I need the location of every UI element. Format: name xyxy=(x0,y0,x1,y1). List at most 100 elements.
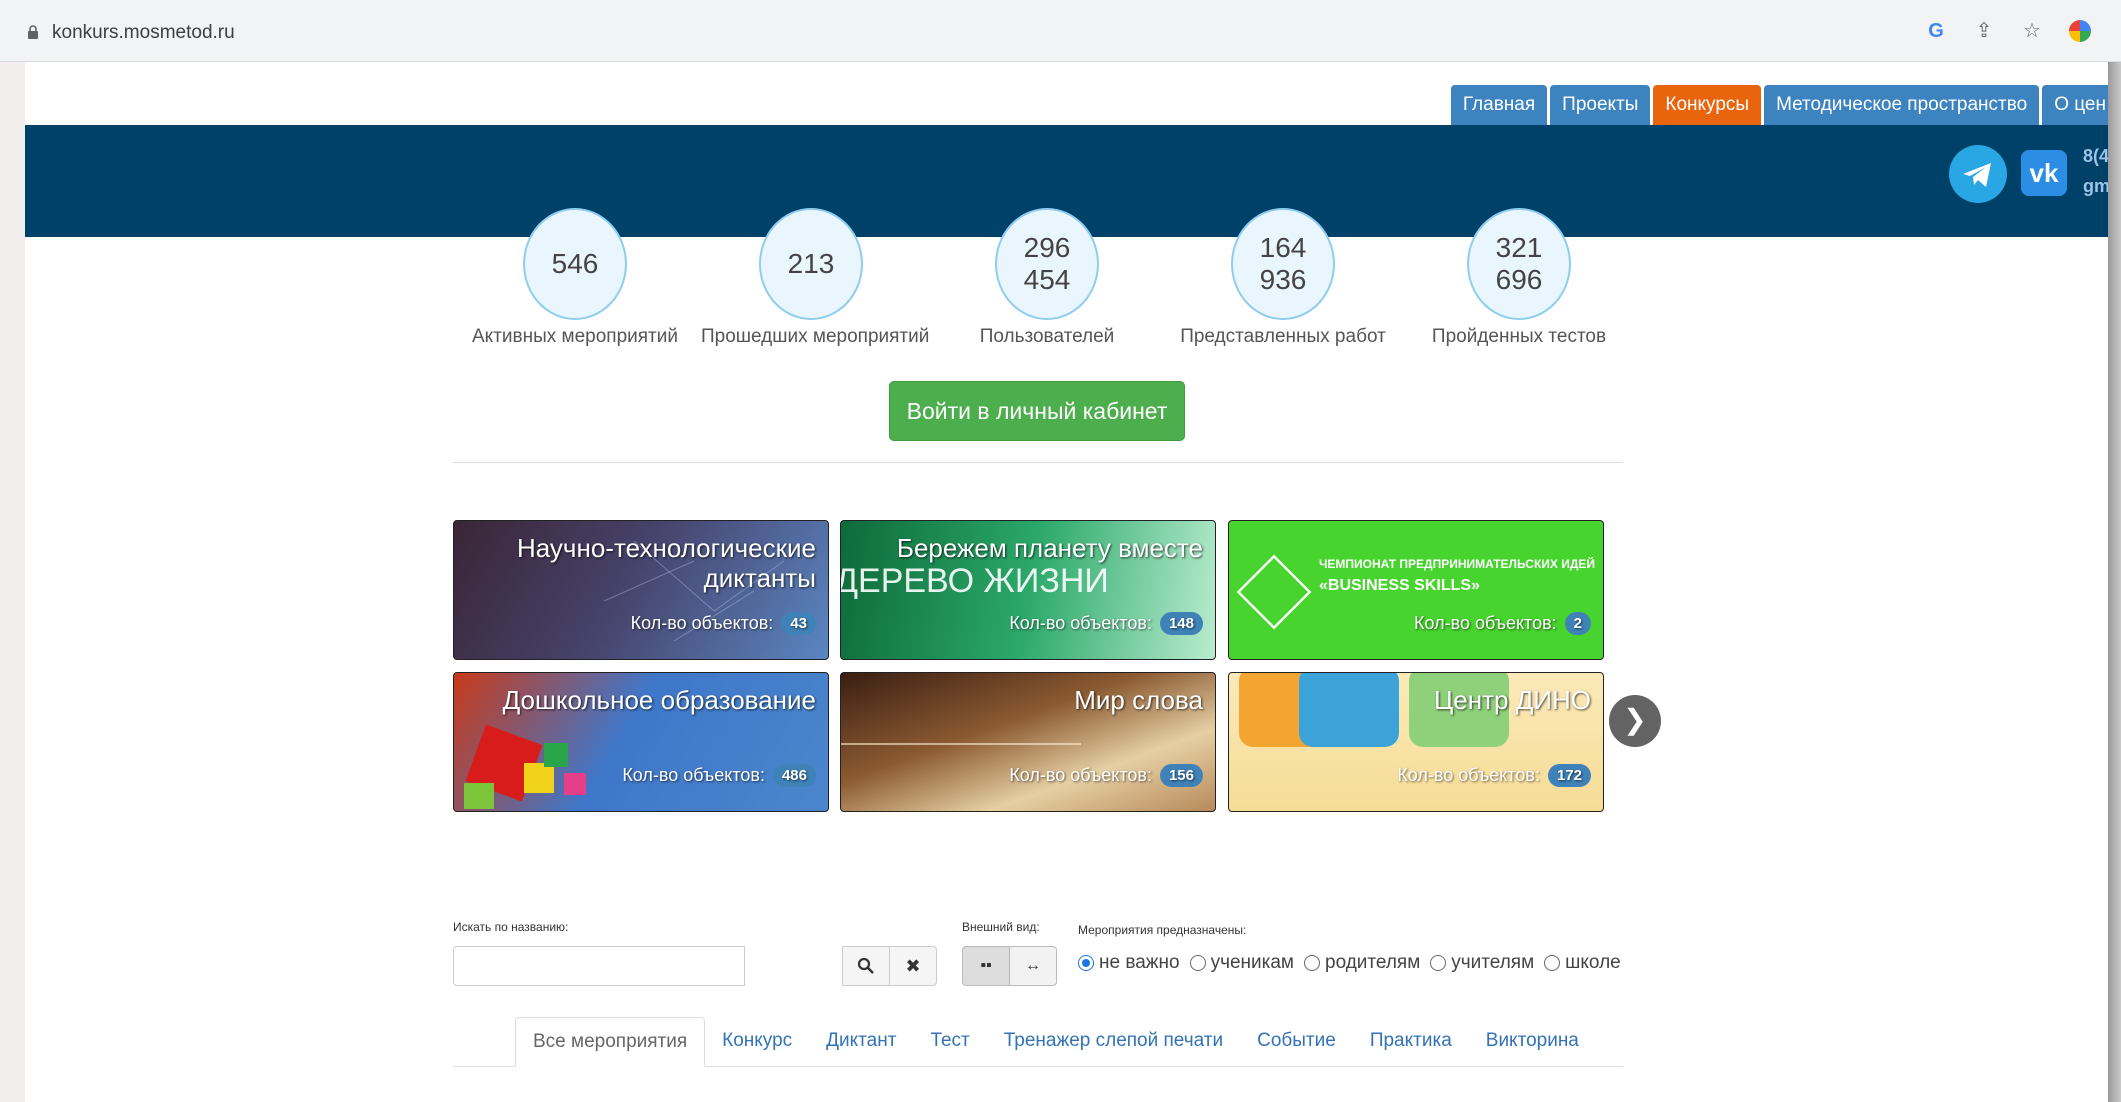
nav-tab-projects[interactable]: Проекты xyxy=(1550,85,1651,125)
radio-label: школе xyxy=(1565,952,1621,973)
radio-school[interactable]: школе xyxy=(1544,952,1621,974)
telegram-icon[interactable] xyxy=(1949,145,2007,203)
main-nav: Главная Проекты Конкурсы Методическое пр… xyxy=(1450,85,2108,125)
radio-students[interactable]: ученикам xyxy=(1189,952,1294,974)
stat-label: Прошедших мероприятий xyxy=(701,326,930,347)
stat-passed-tests: 321 696 Пройденных тестов xyxy=(1409,208,1629,348)
card-title: Дошкольное образование xyxy=(502,685,816,715)
vk-icon[interactable]: vk xyxy=(2021,150,2067,196)
card-count-label: Кол-во объектов: xyxy=(1397,765,1540,785)
header-phone[interactable]: 8(4 xyxy=(2083,141,2108,171)
tab-all-events[interactable]: Все мероприятия xyxy=(515,1017,706,1067)
stats-row: 546 Активных мероприятий 213 Прошедших м… xyxy=(453,208,1633,347)
card-count: Кол-во объектов: 172 xyxy=(1397,764,1591,787)
count-badge: 172 xyxy=(1547,764,1591,787)
stat-active-events: 546 Активных мероприятий xyxy=(465,208,685,348)
tab-test[interactable]: Тест xyxy=(913,1017,986,1067)
stat-value: 546 xyxy=(523,208,627,320)
tab-quiz[interactable]: Викторина xyxy=(1469,1017,1596,1067)
stat-value: 164 936 xyxy=(1231,208,1335,320)
tab-typing-trainer[interactable]: Тренажер слепой печати xyxy=(987,1017,1240,1067)
card-count-label: Кол-во объектов: xyxy=(622,765,765,785)
card-count-label: Кол-во объектов: xyxy=(1009,613,1152,633)
close-icon: ✖ xyxy=(905,956,921,976)
stat-submitted-works: 164 936 Представленных работ xyxy=(1173,208,1393,348)
google-icon[interactable]: G xyxy=(1925,20,1947,42)
count-badge: 156 xyxy=(1159,764,1203,787)
toy-blocks-graphic xyxy=(464,713,586,811)
radio-label: не важно xyxy=(1099,952,1180,973)
grid-icon: ▪▪ xyxy=(980,957,992,974)
radio-button[interactable] xyxy=(1078,955,1094,971)
tree-of-life-text: ДЕРЕВО ЖИЗНИ xyxy=(840,562,1109,600)
profile-icon[interactable] xyxy=(2069,20,2091,42)
search-icon xyxy=(857,957,874,974)
count-badge: 43 xyxy=(781,612,816,635)
radio-button[interactable] xyxy=(1544,955,1561,971)
share-icon[interactable]: ⇪ xyxy=(1973,20,1995,42)
search-label: Искать по названию: xyxy=(453,920,569,934)
card-count: Кол-во объектов: 486 xyxy=(622,764,816,787)
radio-parents[interactable]: родителям xyxy=(1304,952,1420,974)
radio-any[interactable]: не важно xyxy=(1078,952,1180,974)
category-card-save-planet[interactable]: ДЕРЕВО ЖИЗНИ Бережем планету вместе Кол-… xyxy=(840,520,1216,660)
radio-button[interactable] xyxy=(1189,955,1206,971)
search-input[interactable] xyxy=(453,946,745,986)
tab-contest[interactable]: Конкурс xyxy=(705,1017,809,1067)
nav-tab-methodical-space[interactable]: Методическое пространство xyxy=(1764,85,2040,125)
category-card-dino-center[interactable]: Центр ДИНО Кол-во объектов: 172 xyxy=(1228,672,1604,812)
business-skills-logo xyxy=(1236,554,1312,630)
view-label: Внешний вид: xyxy=(962,920,1040,934)
search-button[interactable] xyxy=(842,946,890,986)
header-contact: 8(4 gm xyxy=(2083,141,2108,201)
category-card-preschool[interactable]: Дошкольное образование Кол-во объектов: … xyxy=(453,672,829,812)
card-title: Мир слова xyxy=(1074,685,1203,715)
category-card-business-skills[interactable]: ЧЕМПИОНАТ ПРЕДПРИНИМАТЕЛЬСКИХ ИДЕЙ «BUSI… xyxy=(1228,520,1604,660)
card-title: Бережем планету вместе xyxy=(896,533,1203,563)
card-count-label: Кол-во объектов: xyxy=(1009,765,1152,785)
tab-practice[interactable]: Практика xyxy=(1353,1017,1469,1067)
stat-label: Представленных работ xyxy=(1180,326,1386,347)
category-tabs: Все мероприятия Конкурс Диктант Тест Тре… xyxy=(515,1017,1596,1067)
count-badge: 148 xyxy=(1159,612,1203,635)
radio-label: ученикам xyxy=(1210,952,1294,973)
radio-teachers[interactable]: учителям xyxy=(1430,952,1534,974)
radio-button[interactable] xyxy=(1430,955,1447,971)
clear-search-button[interactable]: ✖ xyxy=(889,946,937,986)
tab-event[interactable]: Событие xyxy=(1240,1017,1353,1067)
category-card-science-dictations[interactable]: Научно-технологические диктанты Кол-во о… xyxy=(453,520,829,660)
url-text[interactable]: konkurs.mosmetod.ru xyxy=(52,22,235,44)
browser-toolbar: G ⇪ ☆ xyxy=(1925,20,2091,42)
card-count: Кол-во объектов: 2 xyxy=(1414,612,1591,635)
card-count-label: Кол-во объектов: xyxy=(1414,613,1557,633)
divider xyxy=(453,462,1623,463)
carousel-next-button[interactable]: ❯ xyxy=(1609,695,1661,747)
login-button[interactable]: Войти в личный кабинет xyxy=(889,381,1185,441)
grid-view-button[interactable]: ▪▪ xyxy=(962,946,1010,986)
stat-users: 296 454 Пользователей xyxy=(937,208,1157,348)
lock-icon xyxy=(28,25,38,39)
card-title: Научно-технологические диктанты xyxy=(516,533,816,593)
tab-dictation[interactable]: Диктант xyxy=(809,1017,913,1067)
stat-past-events: 213 Прошедших мероприятий xyxy=(701,208,930,348)
category-card-world-of-words[interactable]: Мир слова Кол-во объектов: 156 xyxy=(840,672,1216,812)
card-subtitle-name: «BUSINESS SKILLS» xyxy=(1319,577,1480,594)
nav-tab-contests[interactable]: Конкурсы xyxy=(1653,85,1762,125)
browser-address-bar: konkurs.mosmetod.ru G ⇪ ☆ xyxy=(0,0,2121,62)
audience-radio-group: не важно ученикам родителям учителям шко… xyxy=(1078,952,1621,974)
bookmark-star-icon[interactable]: ☆ xyxy=(2021,20,2043,42)
radio-button[interactable] xyxy=(1304,955,1320,971)
stat-value: 213 xyxy=(759,208,863,320)
card-title: Центр ДИНО xyxy=(1434,685,1591,715)
stat-label: Пройденных тестов xyxy=(1431,326,1607,347)
card-count: Кол-во объектов: 148 xyxy=(1009,612,1203,635)
header-email[interactable]: gm xyxy=(2083,171,2108,201)
nav-tab-home[interactable]: Главная xyxy=(1450,85,1548,125)
nav-tab-about[interactable]: О цен xyxy=(2042,85,2108,125)
card-count-label: Кол-во объектов: xyxy=(630,613,774,633)
list-view-button[interactable]: ↔ xyxy=(1009,946,1057,986)
stat-value: 296 454 xyxy=(995,208,1099,320)
horizontal-arrows-icon: ↔ xyxy=(1025,957,1041,974)
window-edge xyxy=(2108,62,2121,1102)
stat-value: 321 696 xyxy=(1467,208,1571,320)
